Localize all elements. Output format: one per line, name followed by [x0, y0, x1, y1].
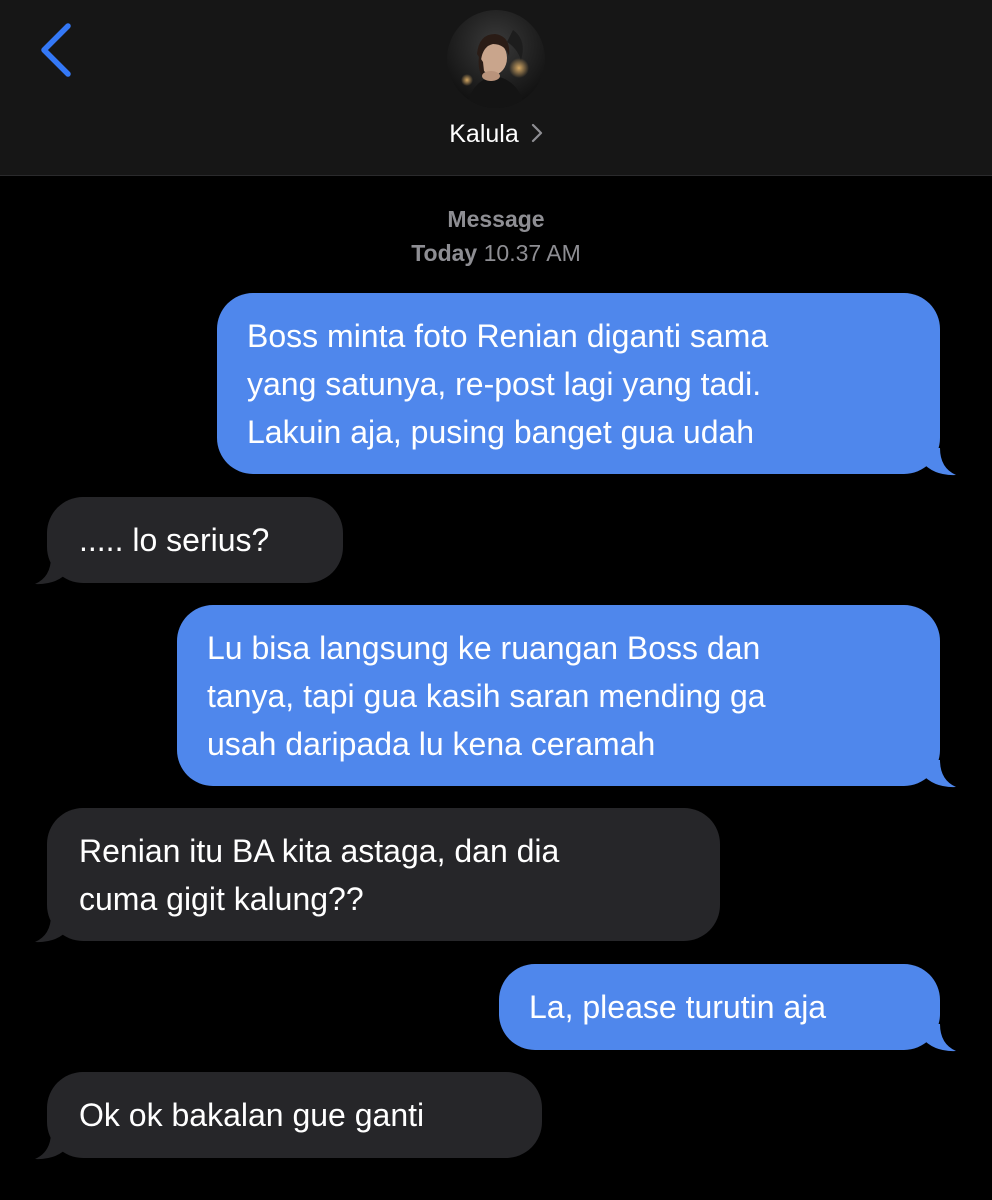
contact-name-button[interactable]: Kalula [0, 118, 992, 151]
timestamp: Today 10.37 AM [0, 238, 992, 268]
timestamp-time: 10.37 AM [483, 240, 581, 266]
message-bubble-incoming[interactable]: ..... lo serius? [47, 497, 343, 583]
service-label: Message [447, 206, 545, 232]
message-bubble-outgoing[interactable]: Boss minta foto Renian diganti sama yang… [217, 293, 940, 474]
chevron-left-icon [41, 23, 71, 77]
message-bubble-incoming[interactable]: Ok ok bakalan gue ganti [47, 1072, 542, 1158]
bubble-tail [922, 1024, 956, 1052]
bubble-tail [35, 915, 69, 943]
bubble-tail [922, 760, 956, 788]
bubble-tail [35, 557, 69, 585]
chevron-right-icon [531, 119, 543, 151]
contact-name: Kalula [449, 120, 519, 148]
timestamp-day: Today [411, 240, 478, 266]
avatar-photo [447, 10, 545, 108]
back-button[interactable] [30, 22, 80, 78]
message-bubble-outgoing[interactable]: La, please turutin aja [499, 964, 940, 1050]
bubble-tail [35, 1132, 69, 1160]
conversation-header: Kalula [0, 0, 992, 176]
contact-avatar[interactable] [447, 10, 545, 108]
bubble-tail [922, 448, 956, 476]
message-bubble-outgoing[interactable]: Lu bisa langsung ke ruangan Boss dan tan… [177, 605, 940, 786]
message-bubble-incoming[interactable]: Renian itu BA kita astaga, dan dia cuma … [47, 808, 720, 941]
